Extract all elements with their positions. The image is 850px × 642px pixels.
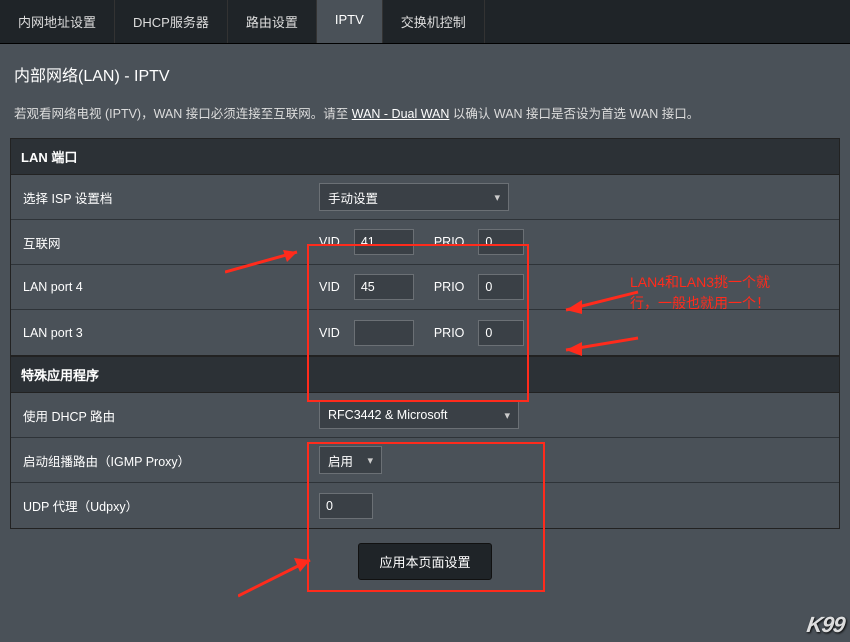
tab-route-settings[interactable]: 路由设置 — [228, 0, 317, 43]
label-lan4: LAN port 4 — [11, 270, 319, 304]
page-title: 内部网络(LAN) - IPTV — [10, 62, 840, 86]
prio-label-internet: PRIO — [434, 235, 465, 249]
label-lan3: LAN port 3 — [11, 316, 319, 350]
content-area: 内部网络(LAN) - IPTV 若观看网络电视 (IPTV)，WAN 接口必须… — [0, 44, 850, 596]
select-dhcp-route[interactable]: RFC3442 & Microsoft — [319, 401, 519, 429]
prio-label-lan3: PRIO — [434, 326, 465, 340]
apply-button-wrap: 应用本页面设置 — [10, 529, 840, 586]
prio-input-lan4[interactable] — [478, 274, 524, 300]
select-isp-profile-value: 手动设置 — [328, 188, 378, 207]
tab-switch-control[interactable]: 交换机控制 — [383, 0, 485, 43]
input-udpxy[interactable] — [319, 493, 373, 519]
label-igmp-proxy: 启动组播路由（IGMP Proxy） — [11, 441, 319, 480]
row-lan4: LAN port 4 VID PRIO — [11, 265, 839, 310]
wan-dual-wan-link[interactable]: WAN - Dual WAN — [352, 107, 450, 121]
select-dhcp-route-value: RFC3442 & Microsoft — [328, 408, 447, 422]
select-igmp-proxy[interactable]: 启用 — [319, 446, 382, 474]
row-udpxy: UDP 代理（Udpxy） — [11, 483, 839, 528]
tab-iptv[interactable]: IPTV — [317, 0, 383, 43]
prio-input-internet[interactable] — [478, 229, 524, 255]
row-lan3: LAN port 3 VID PRIO — [11, 310, 839, 355]
section-special-apps-header: 特殊应用程序 — [11, 357, 839, 393]
prio-input-lan3[interactable] — [478, 320, 524, 346]
label-isp-profile: 选择 ISP 设置档 — [11, 178, 319, 217]
watermark-logo: K99 — [805, 612, 846, 638]
desc-text-pre: 若观看网络电视 (IPTV)，WAN 接口必须连接至互联网。请至 — [14, 107, 352, 121]
label-internet: 互联网 — [11, 223, 319, 262]
vid-label-internet: VID — [319, 235, 340, 249]
tabs-bar: 内网地址设置 DHCP服务器 路由设置 IPTV 交换机控制 — [0, 0, 850, 44]
prio-label-lan4: PRIO — [434, 280, 465, 294]
label-udpxy: UDP 代理（Udpxy） — [11, 486, 319, 525]
select-isp-profile[interactable]: 手动设置 — [319, 183, 509, 211]
select-igmp-proxy-value: 启用 — [328, 451, 353, 470]
apply-button[interactable]: 应用本页面设置 — [358, 543, 491, 580]
row-igmp-proxy: 启动组播路由（IGMP Proxy） 启用 — [11, 438, 839, 483]
vid-input-lan3[interactable] — [354, 320, 414, 346]
row-isp-profile: 选择 ISP 设置档 手动设置 — [11, 175, 839, 220]
section-special-apps: 特殊应用程序 使用 DHCP 路由 RFC3442 & Microsoft 启动… — [10, 356, 840, 529]
section-lan-port-header: LAN 端口 — [11, 139, 839, 175]
tab-dhcp-server[interactable]: DHCP服务器 — [115, 0, 228, 43]
page-description: 若观看网络电视 (IPTV)，WAN 接口必须连接至互联网。请至 WAN - D… — [10, 104, 840, 124]
desc-text-post: 以确认 WAN 接口是否设为首选 WAN 接口。 — [453, 107, 699, 121]
label-dhcp-route: 使用 DHCP 路由 — [11, 396, 319, 435]
vid-input-lan4[interactable] — [354, 274, 414, 300]
row-internet: 互联网 VID PRIO — [11, 220, 839, 265]
tab-lan-address[interactable]: 内网地址设置 — [0, 0, 115, 43]
vid-label-lan3: VID — [319, 326, 340, 340]
vid-input-internet[interactable] — [354, 229, 414, 255]
row-dhcp-route: 使用 DHCP 路由 RFC3442 & Microsoft — [11, 393, 839, 438]
section-lan-port: LAN 端口 选择 ISP 设置档 手动设置 互联网 VID PRIO LAN … — [10, 138, 840, 356]
vid-label-lan4: VID — [319, 280, 340, 294]
